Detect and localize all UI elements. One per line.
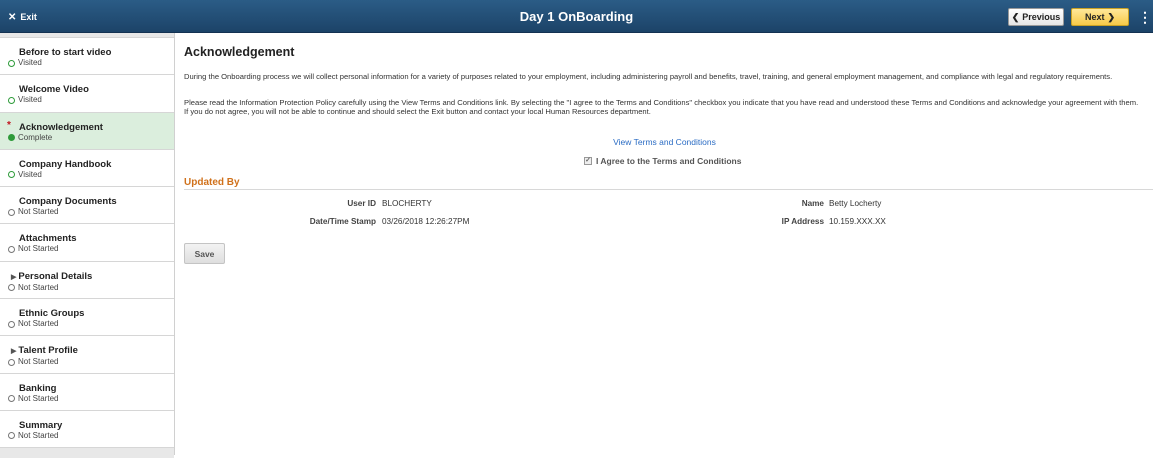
next-label: Next <box>1084 12 1105 22</box>
step-title: Before to start video <box>19 47 112 58</box>
exit-button[interactable]: ✕ Exit <box>8 9 37 25</box>
onboarding-steps-sidebar: Before to start video Visited Welcome Vi… <box>0 33 175 458</box>
name-value: Betty Locherty <box>829 199 882 208</box>
not-started-status-icon <box>8 208 15 216</box>
agree-terms-checkbox-row: ✓ I Agree to the Terms and Conditions <box>584 156 741 166</box>
required-star-icon: * <box>7 119 11 131</box>
not-started-status-icon <box>8 245 15 253</box>
step-banking[interactable]: Banking Not Started <box>0 373 174 411</box>
next-button[interactable]: Next ❯ <box>1071 8 1129 26</box>
vertical-ellipsis-icon[interactable]: ⋮ <box>1138 7 1152 27</box>
expand-triangle-icon[interactable]: ▶ <box>11 346 16 357</box>
step-status: Not Started <box>8 319 174 329</box>
step-status-label: Visited <box>18 169 42 179</box>
step-attachments[interactable]: Attachments Not Started <box>0 224 174 262</box>
step-title: Personal Details <box>18 270 93 282</box>
step-title: Company Handbook <box>19 158 112 170</box>
agree-checkbox[interactable]: ✓ <box>584 157 592 165</box>
visited-status-icon <box>8 96 15 104</box>
step-status: Not Started <box>8 394 174 404</box>
chevron-left-icon: ❮ <box>1011 11 1020 22</box>
step-personal-details[interactable]: ▶ Personal Details Not Started <box>0 261 174 300</box>
previous-button[interactable]: ❮ Previous <box>1008 8 1064 26</box>
step-status: Not Started <box>8 207 174 217</box>
step-status: Not Started <box>8 283 174 293</box>
not-started-status-icon <box>8 358 15 366</box>
chevron-right-icon: ❯ <box>1107 11 1116 22</box>
step-company-handbook[interactable]: Company Handbook Visited <box>0 149 174 188</box>
step-status-label: Visited <box>18 58 42 67</box>
policy-paragraph: Please read the Information Protection P… <box>184 98 1139 117</box>
agree-terms-label: I Agree to the Terms and Conditions <box>596 156 742 166</box>
step-status-label: Not Started <box>18 430 59 440</box>
step-status-label: Not Started <box>18 357 59 367</box>
step-status: Visited <box>8 170 174 180</box>
user-id-value: BLOCHERTY <box>382 199 432 208</box>
step-status-label: Not Started <box>18 319 59 329</box>
not-started-status-icon <box>8 395 15 403</box>
step-title: Talent Profile <box>18 345 78 357</box>
step-status: Not Started <box>8 431 174 441</box>
step-acknowledgement[interactable]: * Acknowledgement Complete <box>0 112 174 150</box>
step-ethnic-groups[interactable]: Ethnic Groups Not Started <box>0 299 174 337</box>
timestamp-value: 03/26/2018 12:26:27PM <box>382 217 470 226</box>
sidebar-footer <box>0 448 174 458</box>
exit-label: Exit <box>20 12 37 22</box>
step-status: Complete <box>8 133 174 143</box>
previous-label: Previous <box>1022 12 1061 22</box>
intro-paragraph: During the Onboarding process we will co… <box>184 72 1113 81</box>
ip-address-label: IP Address <box>781 217 824 226</box>
step-status-label: Visited <box>18 95 42 105</box>
step-title: Banking <box>19 382 57 394</box>
step-company-documents[interactable]: Company Documents Not Started <box>0 187 174 225</box>
expand-triangle-icon[interactable]: ▶ <box>11 272 16 283</box>
step-welcome-video[interactable]: Welcome Video Visited <box>0 75 174 113</box>
step-title: Attachments <box>19 233 77 245</box>
step-status: Not Started <box>8 357 174 367</box>
step-summary[interactable]: Summary Not Started <box>0 410 174 449</box>
step-talent-profile[interactable]: ▶ Talent Profile Not Started <box>0 336 174 374</box>
name-label: Name <box>801 199 824 208</box>
not-started-status-icon <box>8 320 15 328</box>
step-before-to-start-video[interactable]: Before to start video Visited <box>0 38 174 76</box>
user-id-label: User ID <box>347 199 376 208</box>
step-status: Visited <box>8 58 174 68</box>
updated-by-heading: Updated By <box>184 177 240 188</box>
view-terms-link[interactable]: View Terms and Conditions <box>176 137 1153 147</box>
step-status-label: Not Started <box>18 244 59 254</box>
step-status-label: Not Started <box>18 207 59 217</box>
not-started-status-icon <box>8 432 15 440</box>
step-status: Visited <box>8 95 174 105</box>
step-title: Summary <box>19 419 63 431</box>
page-title: Acknowledgement <box>184 45 295 59</box>
header-banner: ✕ Exit Day 1 OnBoarding ❮ Previous Next … <box>0 0 1153 33</box>
visited-status-icon <box>8 59 15 67</box>
step-title: Welcome Video <box>19 84 89 96</box>
step-status-label: Complete <box>18 132 53 142</box>
main-content: Acknowledgement During the Onboarding pr… <box>176 33 1153 455</box>
save-button[interactable]: Save <box>184 243 225 264</box>
page-header-title: Day 1 OnBoarding <box>519 9 634 24</box>
step-title-row: ▶ Personal Details <box>11 270 174 283</box>
not-started-status-icon <box>8 284 15 292</box>
step-status-label: Not Started <box>18 393 59 403</box>
step-title: Acknowledgement <box>19 121 103 133</box>
close-icon: ✕ <box>8 11 17 23</box>
timestamp-label: Date/Time Stamp <box>309 217 376 226</box>
ip-address-value: 10.159.XXX.XX <box>829 217 886 226</box>
step-status-label: Not Started <box>18 282 59 292</box>
complete-status-icon <box>8 134 15 142</box>
step-title: Ethnic Groups <box>19 308 85 320</box>
step-status: Not Started <box>8 244 174 254</box>
step-title-row: ▶ Talent Profile <box>11 345 174 357</box>
section-divider <box>184 189 1153 190</box>
visited-status-icon <box>8 171 15 179</box>
step-title: Company Documents <box>19 196 117 208</box>
